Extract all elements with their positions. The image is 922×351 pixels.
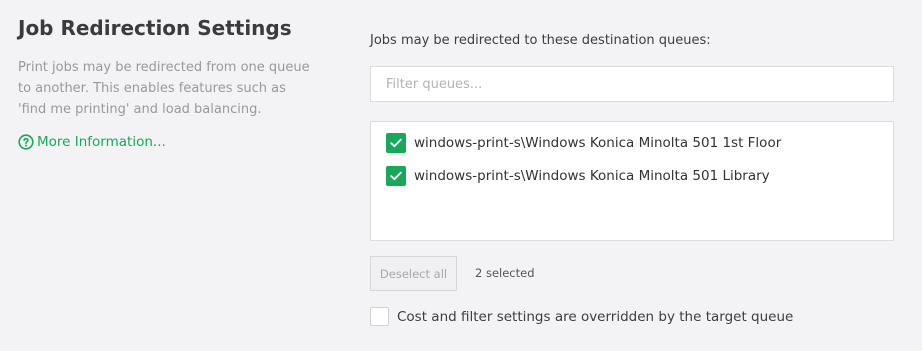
section-title: Job Redirection Settings (18, 16, 292, 40)
override-checkbox[interactable] (370, 307, 389, 326)
checkmark-icon (390, 138, 402, 148)
question-circle-icon (18, 134, 34, 150)
settings-description-panel: Job Redirection Settings Print jobs may … (18, 14, 318, 150)
section-description: Print jobs may be redirected from one qu… (18, 60, 310, 117)
more-information-link[interactable]: More Information... (18, 134, 318, 150)
selected-count: 2 selected (475, 266, 535, 280)
queue-list-item[interactable]: windows-print-s\Windows Konica Minolta 5… (386, 132, 893, 154)
destination-queues-label: Jobs may be redirected to these destinat… (370, 33, 711, 48)
deselect-all-button[interactable]: Deselect all (370, 256, 457, 291)
checkmark-icon (390, 171, 402, 181)
queue-label[interactable]: windows-print-s\Windows Konica Minolta 5… (414, 135, 781, 151)
queue-checkbox-checked[interactable] (386, 133, 406, 153)
queue-list: windows-print-s\Windows Konica Minolta 5… (370, 121, 894, 241)
queue-checkbox-checked[interactable] (386, 166, 406, 186)
queue-list-item[interactable]: windows-print-s\Windows Konica Minolta 5… (386, 165, 893, 187)
queue-label[interactable]: windows-print-s\Windows Konica Minolta 5… (414, 168, 770, 184)
more-information-label[interactable]: More Information... (37, 134, 166, 150)
override-label[interactable]: Cost and filter settings are overridden … (397, 309, 793, 325)
filter-queues-input[interactable] (370, 66, 894, 102)
override-settings-option[interactable]: Cost and filter settings are overridden … (370, 307, 793, 326)
